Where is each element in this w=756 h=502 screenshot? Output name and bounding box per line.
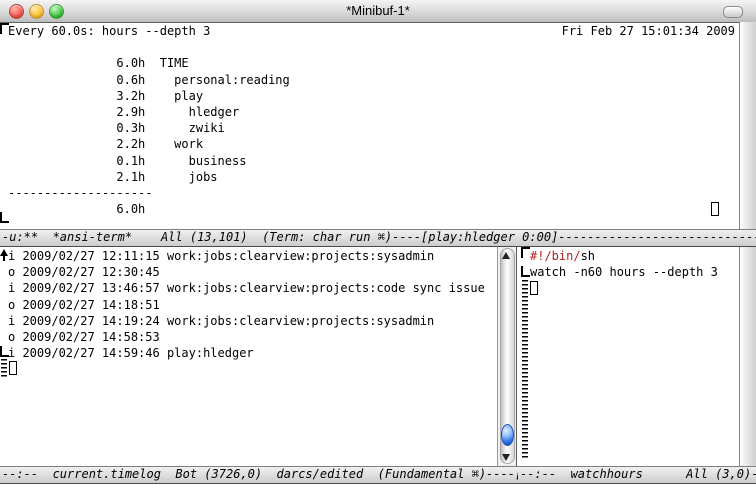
report-line: 0.3h zwiki <box>8 120 290 136</box>
report-line: 0.1h business <box>8 153 290 169</box>
timelog-line: i 2009/02/27 14:59:46 play:hledger <box>8 345 485 361</box>
report-line: 6.0h TIME <box>8 55 290 71</box>
term-cursor <box>711 202 719 216</box>
modeline-term[interactable]: -u:** *ansi-term* All (13,101) (Term: ch… <box>0 229 756 247</box>
scroll-up-indicator-icon <box>0 249 8 261</box>
timelog-cursor <box>9 361 17 375</box>
script-pane[interactable]: #!/bin/sh watch -n60 hours --depth 3 <box>518 247 739 466</box>
watch-date-label: Fri Feb 27 15:01:34 2009 <box>562 23 735 39</box>
script-cursor <box>530 281 538 295</box>
timelog-line: i 2009/02/27 12:11:15 work:jobs:clearvie… <box>8 248 485 264</box>
script-line: watch -n60 hours --depth 3 <box>530 264 718 280</box>
minibuffer[interactable]: Redo: (ansi-term "/Users/simon/bin/watch… <box>8 486 748 502</box>
window-titlebar[interactable]: *Minibuf-1* <box>0 0 756 23</box>
scrollbar-down-arrow-icon[interactable] <box>502 454 510 461</box>
script-shebang-line: #!/bin/sh <box>530 248 718 264</box>
window-title: *Minibuf-1* <box>0 3 756 18</box>
shebang-interpreter: #!/bin/ <box>530 249 581 263</box>
empty-line-indicator-icon <box>1 359 7 378</box>
report-line: 2.9h hledger <box>8 104 290 120</box>
timelog-lines: i 2009/02/27 12:11:15 work:jobs:clearvie… <box>8 248 485 361</box>
script-lines: #!/bin/sh watch -n60 hours --depth 3 <box>530 248 718 280</box>
report-line: 2.2h work <box>8 136 290 152</box>
hours-report: 6.0h TIME 0.6h personal:reading 3.2h pla… <box>8 55 290 217</box>
script-scrollbar[interactable] <box>739 247 756 466</box>
timelog-line: o 2009/02/27 14:18:51 <box>8 297 485 313</box>
modeline-timelog[interactable]: --:-- current.timelog Bot (3726,0) darcs… <box>0 466 518 484</box>
empty-line-indicator-icon <box>522 280 528 458</box>
report-line: 6.0h <box>8 201 290 217</box>
report-line: 0.6h personal:reading <box>8 72 290 88</box>
toolbar-pill-button[interactable] <box>723 6 743 18</box>
timelog-line: o 2009/02/27 14:58:53 <box>8 329 485 345</box>
report-line: 2.1h jobs <box>8 169 290 185</box>
report-line: 3.2h play <box>8 88 290 104</box>
modeline-script[interactable]: --:-- watchhours All (3,0)------- <box>518 466 756 484</box>
buffer-bottom-angle-icon <box>521 266 530 277</box>
timelog-line: o 2009/02/27 12:30:45 <box>8 264 485 280</box>
shebang-shell: sh <box>581 249 595 263</box>
term-scrollbar[interactable] <box>739 22 756 229</box>
emacs-window: *Minibuf-1* Every 60.0s: hours --depth 3… <box>0 0 756 502</box>
timelog-pane[interactable]: i 2009/02/27 12:11:15 work:jobs:clearvie… <box>0 247 496 466</box>
term-pane[interactable]: Every 60.0s: hours --depth 3 Fri Feb 27 … <box>0 22 738 229</box>
timelog-scrollbar[interactable] <box>497 247 517 466</box>
timelog-line: i 2009/02/27 13:46:57 work:jobs:clearvie… <box>8 280 485 296</box>
scrollbar-thumb[interactable] <box>501 424 514 446</box>
scrollbar-track[interactable] <box>500 248 515 464</box>
buffer-top-angle-icon <box>521 247 530 258</box>
watch-interval-label: Every 60.0s: hours --depth 3 <box>8 23 210 39</box>
report-line: -------------------- <box>8 185 290 201</box>
scrollbar-up-arrow-icon[interactable] <box>502 252 510 259</box>
timelog-line: i 2009/02/27 14:19:24 work:jobs:clearvie… <box>8 313 485 329</box>
